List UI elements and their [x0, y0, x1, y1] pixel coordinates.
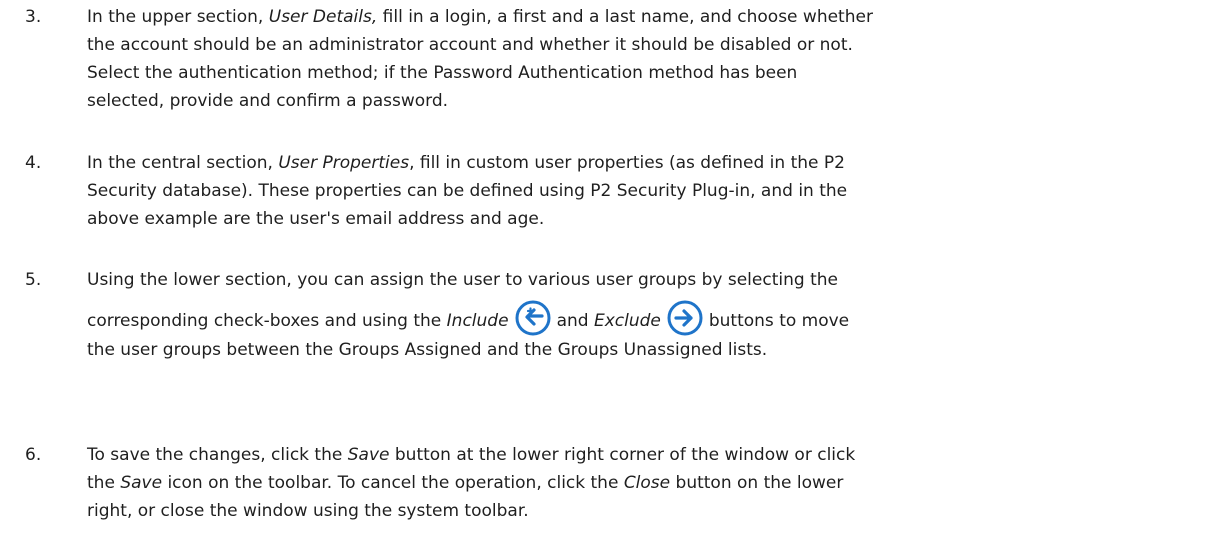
step-number: 5. — [25, 270, 42, 290]
step-text: To save the changes, click the Save butt… — [87, 445, 856, 521]
step-text: Using the lower section, you can assign … — [87, 270, 850, 360]
save-term: Save — [120, 473, 163, 493]
step-number: 3. — [25, 7, 42, 27]
exclude-arrow-right-icon — [667, 300, 703, 336]
step-number: 6. — [25, 445, 42, 465]
close-term: Close — [623, 473, 671, 493]
step-text: In the central section, User Properties,… — [87, 153, 848, 229]
include-arrow-left-icon — [515, 300, 551, 336]
save-term: Save — [347, 445, 390, 465]
include-term: Include — [446, 311, 509, 331]
step-number: 4. — [25, 153, 42, 173]
exclude-term: Exclude — [593, 311, 661, 331]
step-text: In the upper section, User Details, fill… — [87, 7, 873, 111]
user-properties-term: User Properties — [278, 153, 410, 173]
user-details-term: User Details, — [268, 7, 378, 27]
